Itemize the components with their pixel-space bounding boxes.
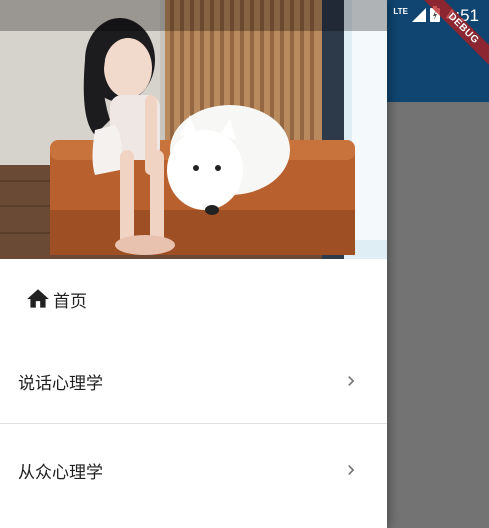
- signal-icon: [411, 7, 426, 26]
- battery-icon: [429, 6, 440, 26]
- chevron-right-icon: [341, 371, 361, 391]
- navigation-drawer: 首页 说话心理学 从众心理学: [0, 0, 387, 528]
- drawer-item-home-label: 首页: [53, 291, 87, 312]
- drawer-item-conformity-psychology[interactable]: 从众心理学: [0, 428, 387, 512]
- divider: [0, 423, 387, 424]
- drawer-item-label: 说话心理学: [18, 373, 103, 394]
- status-bar: LTE 4:51: [0, 0, 489, 31]
- drawer-item-label: 从众心理学: [18, 462, 103, 483]
- network-type-label: LTE: [393, 6, 408, 16]
- header-photo: [0, 0, 387, 259]
- drawer-item-home[interactable]: 首页: [0, 259, 387, 339]
- home-icon: [25, 286, 51, 312]
- clock: 4:51: [445, 6, 479, 25]
- chevron-right-icon: [341, 460, 361, 480]
- status-icons: LTE 4:51: [393, 5, 479, 27]
- drawer-item-speech-psychology[interactable]: 说话心理学: [0, 339, 387, 423]
- drawer-header: [0, 0, 387, 259]
